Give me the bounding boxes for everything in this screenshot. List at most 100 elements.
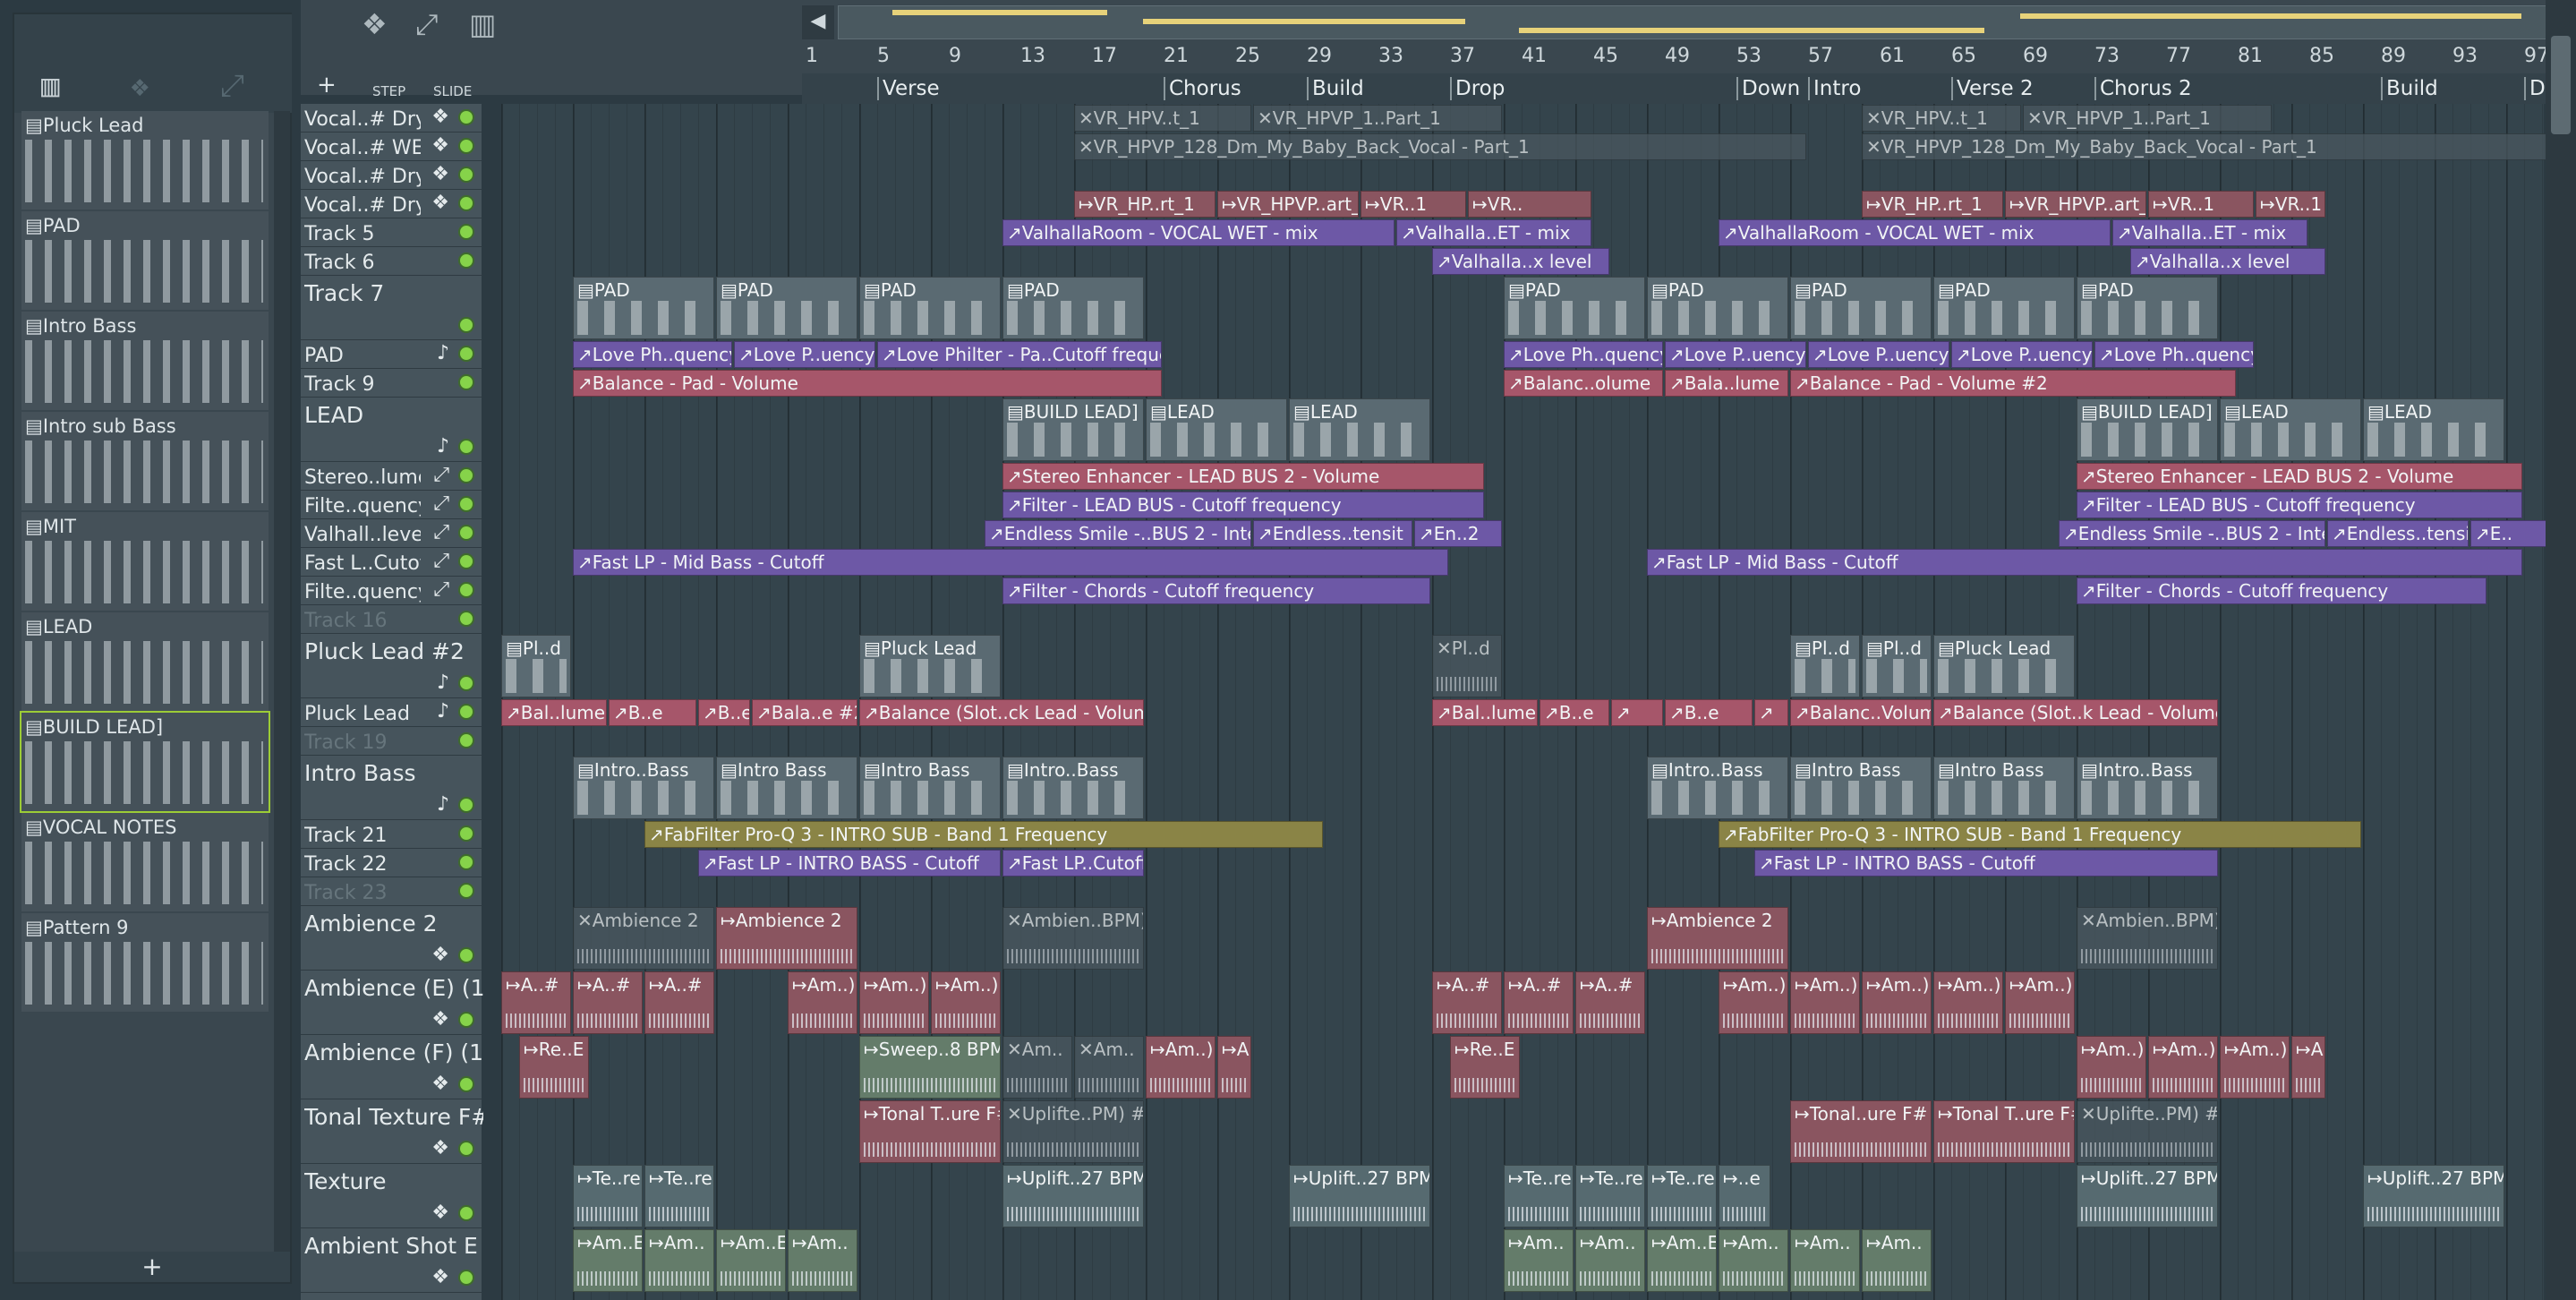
automation-clip[interactable]: Stereo Enhancer - LEAD BUS 2 - Volume <box>2077 463 2522 490</box>
audio-clip[interactable]: Am..E <box>716 1229 786 1292</box>
audio-clip[interactable]: Am..E <box>1647 1229 1717 1292</box>
audio-clip[interactable]: VR.. <box>1468 191 1591 218</box>
automation-clip[interactable]: Balance (Slot..k Lead - Volume <box>1933 699 2218 726</box>
marker-bar[interactable]: Verse Chorus Build Drop Down Intro Verse 2 Chor… <box>802 73 2576 104</box>
audio-clip[interactable]: Sweep..8 BPM) <box>859 1036 1001 1099</box>
pattern-clip[interactable]: Pluck Lead <box>1933 635 2075 697</box>
automation-clip[interactable]: Balance - Pad - Volume #2 <box>1790 370 2236 397</box>
track-enable-toggle[interactable] <box>458 854 474 870</box>
track-header[interactable]: Vocal..# WET ❖ <box>301 133 482 161</box>
audio-clip[interactable]: Am.. <box>1719 1229 1788 1292</box>
audio-clip[interactable]: Am..) <box>859 971 929 1034</box>
automation-clip[interactable]: Endless..tensit <box>1253 520 1412 547</box>
audio-clip[interactable]: VR_HPV..t_1 <box>1862 105 2021 132</box>
pattern-clip[interactable]: Intro..Bass <box>2077 757 2218 819</box>
song-marker[interactable]: Down <box>1736 77 1800 100</box>
automation-clip[interactable]: Filter - LEAD BUS - Cutoff frequency <box>1002 492 1484 518</box>
automation-clip[interactable] <box>1611 699 1663 726</box>
pattern-clip[interactable]: PAD <box>1504 277 1645 339</box>
automation-clip[interactable]: Fast LP - INTRO BASS - Cutoff <box>1754 850 2218 877</box>
track-enable-toggle[interactable] <box>458 1270 474 1286</box>
track-enable-toggle[interactable] <box>458 1205 474 1221</box>
automation-clip[interactable]: Bal..lume <box>501 699 607 726</box>
automation-clip[interactable]: Valhalla..x level <box>1432 248 1609 275</box>
track-header[interactable]: Intro Bass ♪ <box>301 756 482 820</box>
automation-clip[interactable]: FabFilter Pro-Q 3 - INTRO SUB - Band 1 F… <box>1719 821 2361 848</box>
song-marker[interactable]: Chorus <box>1164 77 1241 100</box>
track-enable-toggle[interactable] <box>458 611 474 627</box>
pattern-clip[interactable]: LEAD <box>1146 398 1287 461</box>
pattern-clip[interactable]: LEAD <box>2220 398 2361 461</box>
track-enable-toggle[interactable] <box>458 553 474 569</box>
audio-clip[interactable]: Te..re <box>644 1165 714 1227</box>
audio-clip[interactable]: Am.. <box>788 1229 857 1292</box>
track-header[interactable]: Track 19 <box>301 727 482 756</box>
track-header[interactable]: Fast L..Cutoff ⤢ <box>301 548 482 577</box>
track-header[interactable]: Vocal..# Dry ❖ <box>301 104 482 133</box>
automation-clip[interactable]: Love P..uency <box>734 341 875 368</box>
audio-clip[interactable]: Am.. <box>1002 1036 1072 1099</box>
bar-ruler[interactable]: 1 5 9 13 17 21 25 29 33 37 41 45 49 53 57 61 65 69 73 77 81 8… <box>802 45 2576 72</box>
automation-clip[interactable]: B..e <box>1540 699 1609 726</box>
pattern-clip[interactable]: Intro Bass <box>716 757 857 819</box>
track-header[interactable]: Pluck Lead #2 ♪ <box>301 634 482 698</box>
automation-clip[interactable]: Endless Smile -..BUS 2 - Intensit <box>985 520 1251 547</box>
audio-clip[interactable]: Am..) <box>931 971 1001 1034</box>
audio-clip[interactable]: A.. <box>1217 1036 1251 1099</box>
audio-clip[interactable]: Ambience 2 <box>716 907 857 970</box>
automation-clip[interactable] <box>1754 699 1788 726</box>
pattern-clip[interactable]: Pl..d <box>1790 635 1860 697</box>
track-enable-toggle[interactable] <box>458 252 474 269</box>
audio-clip[interactable]: Am..) <box>1862 971 1932 1034</box>
track-enable-toggle[interactable] <box>458 195 474 211</box>
audio-clip[interactable]: Te..re <box>1504 1165 1574 1227</box>
track-header[interactable]: Track 6 <box>301 247 482 276</box>
track-enable-toggle[interactable] <box>458 1012 474 1028</box>
audio-clip[interactable]: Ambien..BPM) <box>2077 907 2218 970</box>
track-header[interactable]: Track 7 <box>301 276 482 340</box>
audio-clip[interactable]: Re..E <box>519 1036 589 1099</box>
track-header[interactable]: Ambient Shot E ❖ <box>301 1228 482 1293</box>
audio-clip[interactable]: Ambience 2 <box>573 907 714 970</box>
track-enable-toggle[interactable] <box>458 138 474 154</box>
audio-clip[interactable]: VR_HP..rt_1 <box>1074 191 1215 218</box>
audio-clip[interactable]: Am..) <box>788 971 857 1034</box>
pattern-item[interactable]: MIT <box>21 512 269 611</box>
track-header[interactable]: Valhall..level ⤢ <box>301 519 482 548</box>
track-enable-toggle[interactable] <box>458 825 474 842</box>
audio-clip[interactable]: Uplift..27 BPM) <box>1002 1165 1144 1227</box>
automation-clip[interactable]: Love Philter - Pa..Cutoff frequency <box>877 341 1162 368</box>
pattern-clip[interactable]: PAD <box>1790 277 1932 339</box>
automation-clip[interactable]: Valhalla..x level <box>2130 248 2325 275</box>
pattern-clip[interactable]: Intro Bass <box>1790 757 1932 819</box>
slide-toggle[interactable]: SLIDE <box>433 83 472 99</box>
track-enable-toggle[interactable] <box>458 1141 474 1157</box>
audio-clip[interactable]: Tonal T..ure F# <box>859 1100 1001 1163</box>
audio-clip-icon[interactable]: ❖ <box>362 7 388 41</box>
pattern-clip[interactable]: PAD <box>573 277 714 339</box>
playlist-overview-scrollbar[interactable] <box>838 5 2549 39</box>
automation-clip[interactable]: FabFilter Pro-Q 3 - INTRO SUB - Band 1 F… <box>644 821 1323 848</box>
audio-clip[interactable]: Am..) <box>1933 971 2003 1034</box>
automation-clip[interactable]: Balance - Pad - Volume <box>573 370 1162 397</box>
pattern-clip[interactable]: PAD <box>716 277 857 339</box>
audio-clip[interactable]: Ambience 2 <box>1647 907 1788 970</box>
audio-clip[interactable]: Uplift..27 BPM) <box>1289 1165 1430 1227</box>
pattern-clip[interactable]: Intro Bass <box>1933 757 2075 819</box>
automation-clip[interactable]: B..e <box>1665 699 1753 726</box>
audio-clip[interactable]: Am..) <box>1146 1036 1215 1099</box>
audio-clip[interactable]: Uplift..27 BPM) <box>2363 1165 2504 1227</box>
automation-clip[interactable]: Fast LP - Mid Bass - Cutoff <box>573 549 1448 576</box>
track-enable-toggle[interactable] <box>458 317 474 333</box>
automation-clip[interactable]: En..2 <box>1414 520 1502 547</box>
automation-clip[interactable]: Valhalla..ET - mix <box>2112 219 2307 246</box>
automation-clip[interactable]: Balanc..Volume <box>1790 699 1932 726</box>
step-toggle[interactable]: STEP <box>372 83 405 99</box>
pattern-item[interactable]: Pattern 9 <box>21 913 269 1012</box>
audio-clip[interactable]: Am.. <box>644 1229 714 1292</box>
automation-clip[interactable]: Filter - LEAD BUS - Cutoff frequency <box>2077 492 2522 518</box>
track-enable-toggle[interactable] <box>458 732 474 748</box>
audio-clip[interactable]: VR..1 <box>2148 191 2254 218</box>
track-header[interactable]: Track 16 <box>301 605 482 634</box>
automation-clip[interactable]: Stereo Enhancer - LEAD BUS 2 - Volume <box>1002 463 1484 490</box>
